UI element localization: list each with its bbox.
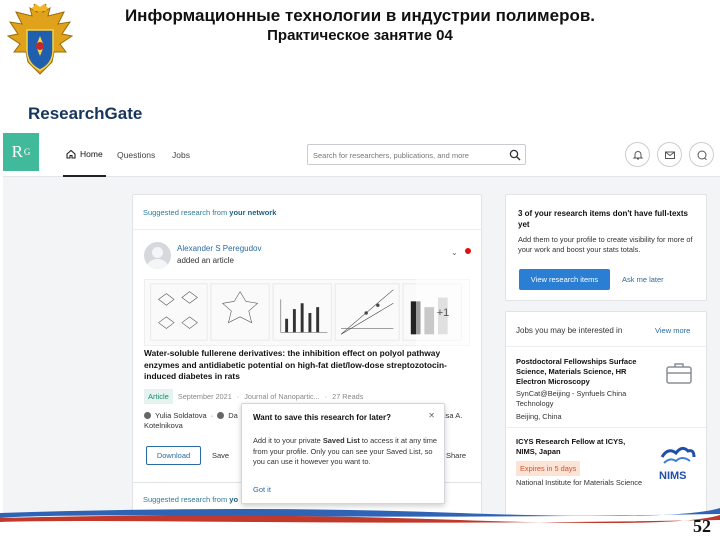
unread-dot	[465, 248, 471, 254]
popup-title: Want to save this research for later?	[253, 413, 391, 422]
popup-body: Add it to your private Saved List to acc…	[253, 436, 439, 468]
slide: Информационные технологии в индустрии по…	[0, 0, 720, 540]
page-number: 52	[693, 516, 711, 536]
slide-subtitle: Практическое занятие 04	[267, 27, 453, 44]
share-button[interactable]: Share	[446, 451, 466, 460]
section-label: ResearchGate	[28, 104, 143, 123]
top-bar: RG Home Questions Jobs Search for resear…	[3, 133, 720, 177]
job-org: SynCat@Beijing - Synfuels China Technolo…	[516, 389, 627, 408]
fulltext-title: 3 of your research items don't have full…	[518, 209, 688, 229]
save-button[interactable]: Save	[212, 451, 229, 460]
eagle-emblem-icon	[6, 3, 74, 75]
meta-separator: ·	[236, 392, 240, 401]
slide-title: Информационные технологии в индустрии по…	[124, 6, 596, 25]
search-placeholder: Search for researchers, publications, an…	[313, 151, 469, 160]
feed-header-emph[interactable]: your network	[229, 208, 276, 217]
author-action: added an article	[177, 256, 234, 265]
researchgate-logo[interactable]: RG	[3, 133, 39, 171]
footer-wave	[0, 508, 720, 540]
job-title[interactable]: Postdoctoral Fellowships Surface Science…	[516, 357, 646, 387]
messages-button[interactable]	[657, 142, 682, 167]
article-meta: Article September 2021 · Journal of Nanop…	[144, 389, 363, 404]
mail-icon	[664, 151, 675, 159]
fulltext-card: 3 of your research items don't have full…	[505, 194, 707, 301]
job-title[interactable]: ICYS Research Fellow at ICYS, NIMS, Japa…	[516, 437, 646, 457]
author-name[interactable]: Alexander S Peregudov	[177, 244, 262, 253]
popup-body-bold: Saved List	[322, 436, 360, 445]
author-link[interactable]: Kotelnikova	[144, 421, 183, 430]
job-location: Beijing, China	[516, 412, 562, 421]
article-reads: 27 Reads	[332, 392, 364, 401]
nav-jobs[interactable]: Jobs	[172, 133, 190, 177]
author-link-tail[interactable]: isa A.	[444, 411, 462, 420]
job-item[interactable]: Postdoctoral Fellowships Surface Science…	[516, 357, 646, 421]
search-input[interactable]: Search for researchers, publications, an…	[307, 144, 526, 165]
meta-separator: ·	[210, 411, 214, 420]
nav-questions[interactable]: Questions	[117, 133, 155, 177]
article-date: September 2021	[177, 392, 232, 401]
feed-header-prefix: Suggested research from	[143, 208, 230, 217]
type-badge: Article	[144, 389, 173, 404]
logo-letter: R	[11, 142, 23, 161]
bell-icon	[632, 150, 643, 159]
researchgate-screenshot: RG Home Questions Jobs Search for resear…	[3, 133, 720, 515]
search-icon[interactable]	[509, 149, 521, 161]
article-journal: Journal of Nanopartic...	[244, 392, 320, 401]
ask-later-link[interactable]: Ask me later	[622, 275, 664, 284]
feed-header: Suggested research from your network	[143, 208, 276, 217]
expires-badge: Expires in 5 days	[516, 461, 581, 476]
divider	[506, 346, 706, 347]
chat-icon	[697, 150, 707, 160]
author-link[interactable]: Yulia Soldatova	[155, 411, 207, 420]
view-more-link[interactable]: View more	[655, 326, 690, 335]
person-icon	[217, 412, 225, 419]
briefcase-icon	[666, 363, 692, 384]
authors-row: Yulia Soldatova · Da	[144, 411, 238, 420]
meta-separator: ·	[324, 392, 328, 401]
person-icon	[144, 412, 151, 419]
fulltext-body: Add them to your profile to create visib…	[518, 235, 693, 255]
author-link[interactable]: Da	[228, 411, 238, 420]
nims-logo: NIMS	[659, 446, 696, 482]
questions-button[interactable]	[689, 142, 714, 167]
chevron-down-icon[interactable]: ⌄	[451, 248, 458, 257]
notifications-button[interactable]	[625, 142, 650, 167]
more-figures-label[interactable]: +1	[416, 279, 470, 346]
avatar[interactable]	[144, 242, 171, 269]
divider	[133, 229, 481, 230]
popup-body-pre: Add it to your private	[253, 436, 323, 445]
divider	[506, 427, 706, 428]
logo-sup: G	[23, 147, 31, 157]
close-icon[interactable]: ✕	[428, 411, 435, 420]
jobs-header: Jobs you may be interested in	[516, 326, 623, 335]
home-icon	[66, 149, 76, 159]
article-title[interactable]: Water-soluble fullerene derivatives: the…	[144, 348, 474, 383]
view-research-items-button[interactable]: View research items	[519, 269, 610, 290]
download-button[interactable]: Download	[146, 446, 201, 465]
nav-home[interactable]: Home	[63, 133, 106, 177]
nav-home-label: Home	[80, 149, 103, 159]
